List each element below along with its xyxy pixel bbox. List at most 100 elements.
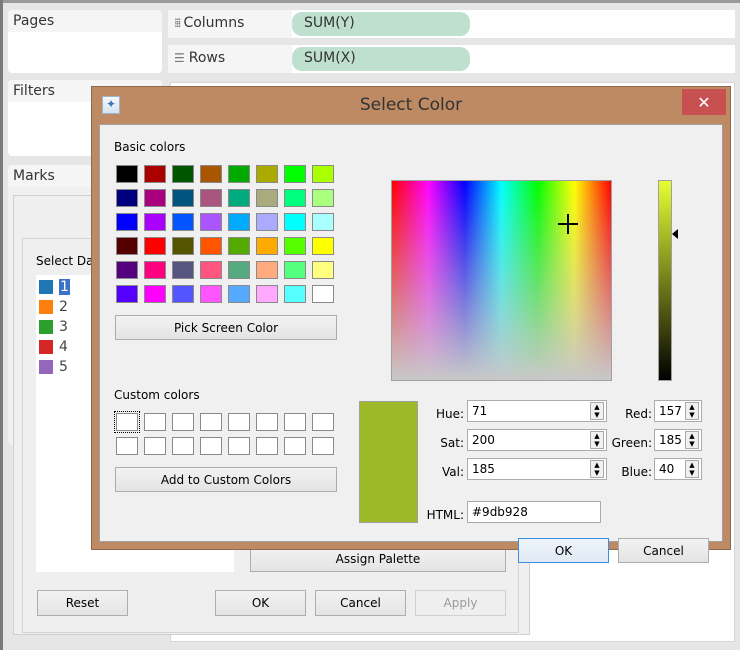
basic-color-swatch[interactable] bbox=[312, 165, 334, 183]
basic-color-swatch[interactable] bbox=[144, 261, 166, 279]
basic-color-swatch[interactable] bbox=[312, 189, 334, 207]
basic-color-swatch[interactable] bbox=[116, 285, 138, 303]
custom-color-swatch[interactable] bbox=[172, 437, 194, 455]
columns-pill-sum-y[interactable]: SUM(Y) bbox=[292, 12, 470, 36]
custom-colors-grid bbox=[114, 411, 334, 455]
edit-colors-ok-button[interactable]: OK bbox=[215, 590, 306, 616]
add-to-custom-colors-button[interactable]: Add to Custom Colors bbox=[115, 467, 337, 492]
rows-shelf[interactable]: SUM(X) bbox=[292, 45, 735, 73]
basic-color-swatch[interactable] bbox=[312, 261, 334, 279]
sat-spinbox[interactable]: 200 ▲ ▼ bbox=[467, 429, 607, 451]
close-button[interactable]: ✕ bbox=[682, 89, 726, 115]
basic-color-swatch[interactable] bbox=[256, 261, 278, 279]
hue-spinbox[interactable]: 71 ▲ ▼ bbox=[467, 400, 607, 422]
columns-shelf[interactable]: SUM(Y) bbox=[292, 10, 735, 38]
ok-button[interactable]: OK bbox=[518, 538, 609, 563]
basic-color-swatch[interactable] bbox=[312, 213, 334, 231]
red-spinbox[interactable]: 157 ▲ ▼ bbox=[654, 400, 702, 422]
basic-color-swatch[interactable] bbox=[172, 285, 194, 303]
hue-label: Hue: bbox=[435, 407, 464, 421]
basic-color-swatch[interactable] bbox=[144, 165, 166, 183]
rows-icon: ☰ bbox=[174, 51, 185, 65]
custom-color-swatch[interactable] bbox=[284, 437, 306, 455]
basic-color-swatch[interactable] bbox=[172, 189, 194, 207]
basic-color-swatch[interactable] bbox=[284, 165, 306, 183]
color-swatch bbox=[39, 340, 53, 354]
custom-color-swatch[interactable] bbox=[284, 413, 306, 431]
basic-color-swatch[interactable] bbox=[312, 285, 334, 303]
basic-color-swatch[interactable] bbox=[144, 237, 166, 255]
window-left-border bbox=[0, 0, 3, 650]
basic-color-swatch[interactable] bbox=[228, 165, 250, 183]
custom-color-swatch[interactable] bbox=[228, 437, 250, 455]
color-swatch bbox=[39, 300, 53, 314]
basic-color-swatch[interactable] bbox=[200, 261, 222, 279]
blue-spinbox[interactable]: 40 ▲ ▼ bbox=[654, 458, 702, 480]
reset-button[interactable]: Reset bbox=[37, 590, 128, 616]
pick-screen-color-button[interactable]: Pick Screen Color bbox=[115, 315, 337, 340]
custom-color-swatch[interactable] bbox=[256, 413, 278, 431]
val-spinbox[interactable]: 185 ▲ ▼ bbox=[467, 458, 607, 480]
custom-color-swatch[interactable] bbox=[256, 437, 278, 455]
spin-arrows-icon[interactable]: ▲ ▼ bbox=[685, 402, 699, 420]
basic-color-swatch[interactable] bbox=[200, 285, 222, 303]
basic-color-swatch[interactable] bbox=[256, 237, 278, 255]
basic-color-swatch[interactable] bbox=[116, 261, 138, 279]
hue-saturation-picker[interactable] bbox=[391, 180, 612, 381]
basic-color-swatch[interactable] bbox=[256, 189, 278, 207]
custom-color-swatch[interactable] bbox=[200, 413, 222, 431]
basic-color-swatch[interactable] bbox=[284, 237, 306, 255]
legend-item-label: 3 bbox=[59, 319, 68, 335]
window-top-border bbox=[0, 0, 740, 3]
edit-colors-cancel-button[interactable]: Cancel bbox=[315, 590, 406, 616]
basic-color-swatch[interactable] bbox=[172, 165, 194, 183]
basic-color-swatch[interactable] bbox=[200, 165, 222, 183]
custom-color-swatch[interactable] bbox=[172, 413, 194, 431]
basic-color-swatch[interactable] bbox=[312, 237, 334, 255]
custom-color-swatch[interactable] bbox=[116, 437, 138, 455]
basic-color-swatch[interactable] bbox=[228, 261, 250, 279]
custom-color-swatch[interactable] bbox=[144, 437, 166, 455]
custom-color-swatch[interactable] bbox=[312, 413, 334, 431]
basic-color-swatch[interactable] bbox=[284, 261, 306, 279]
rows-pill-sum-x[interactable]: SUM(X) bbox=[292, 47, 470, 71]
red-label: Red: bbox=[625, 407, 652, 421]
basic-color-swatch[interactable] bbox=[172, 237, 194, 255]
title-bar[interactable]: ✦ Select Color ✕ bbox=[92, 87, 730, 123]
value-slider-handle-icon[interactable] bbox=[672, 229, 678, 239]
custom-color-swatch[interactable] bbox=[200, 437, 222, 455]
html-input[interactable]: #9db928 bbox=[467, 501, 601, 523]
basic-color-swatch[interactable] bbox=[200, 189, 222, 207]
basic-color-swatch[interactable] bbox=[228, 213, 250, 231]
basic-color-swatch[interactable] bbox=[116, 237, 138, 255]
basic-color-swatch[interactable] bbox=[284, 285, 306, 303]
basic-color-swatch[interactable] bbox=[200, 237, 222, 255]
green-spinbox[interactable]: 185 ▲ ▼ bbox=[654, 429, 702, 451]
basic-color-swatch[interactable] bbox=[256, 165, 278, 183]
custom-color-swatch[interactable] bbox=[144, 413, 166, 431]
basic-color-swatch[interactable] bbox=[116, 213, 138, 231]
value-slider[interactable] bbox=[658, 180, 672, 381]
basic-color-swatch[interactable] bbox=[172, 261, 194, 279]
basic-color-swatch[interactable] bbox=[256, 213, 278, 231]
custom-color-swatch[interactable] bbox=[114, 411, 140, 433]
spin-arrows-icon[interactable]: ▲ ▼ bbox=[685, 431, 699, 449]
basic-color-swatch[interactable] bbox=[116, 189, 138, 207]
cancel-button[interactable]: Cancel bbox=[618, 538, 709, 563]
basic-color-swatch[interactable] bbox=[228, 237, 250, 255]
basic-color-swatch[interactable] bbox=[284, 213, 306, 231]
pages-card[interactable]: Pages bbox=[8, 10, 162, 73]
basic-color-swatch[interactable] bbox=[144, 285, 166, 303]
basic-color-swatch[interactable] bbox=[200, 213, 222, 231]
custom-color-swatch[interactable] bbox=[312, 437, 334, 455]
basic-color-swatch[interactable] bbox=[228, 189, 250, 207]
basic-color-swatch[interactable] bbox=[116, 165, 138, 183]
spin-arrows-icon[interactable]: ▲ ▼ bbox=[685, 460, 699, 478]
basic-color-swatch[interactable] bbox=[172, 213, 194, 231]
basic-color-swatch[interactable] bbox=[144, 189, 166, 207]
basic-color-swatch[interactable] bbox=[256, 285, 278, 303]
basic-color-swatch[interactable] bbox=[144, 213, 166, 231]
basic-color-swatch[interactable] bbox=[228, 285, 250, 303]
custom-color-swatch[interactable] bbox=[228, 413, 250, 431]
basic-color-swatch[interactable] bbox=[284, 189, 306, 207]
